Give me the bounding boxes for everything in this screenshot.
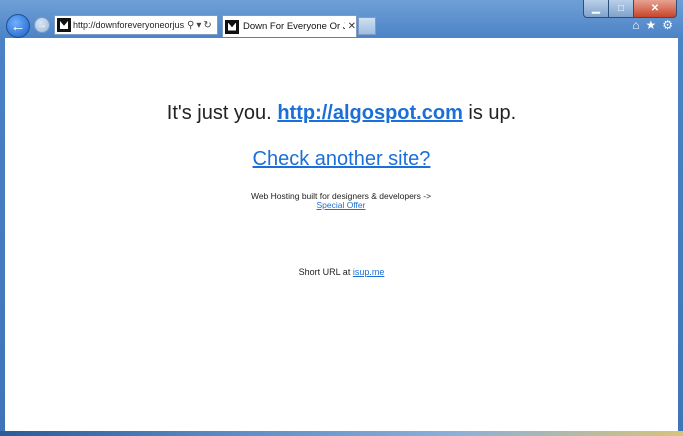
- taskbar-strip: [0, 431, 683, 436]
- short-url-section: Short URL at isup.me: [5, 267, 678, 277]
- maximize-icon[interactable]: □: [608, 0, 633, 18]
- check-another-link[interactable]: Check another site?: [253, 148, 431, 170]
- page-content: It's just you. http://algospot.com is up…: [5, 38, 678, 431]
- home-icon[interactable]: ⌂: [632, 18, 639, 32]
- address-url[interactable]: http://downforeveryoneorjus...: [73, 20, 185, 30]
- message-suffix: is up.: [468, 102, 517, 124]
- browser-tools: ⌂ ★ ⚙: [632, 18, 673, 32]
- refresh-icon[interactable]: ↻: [203, 20, 211, 31]
- site-favicon-icon: [57, 18, 71, 32]
- new-tab-button[interactable]: [358, 17, 376, 35]
- hosting-ad: Web Hosting built for designers & develo…: [237, 192, 445, 210]
- special-offer-link[interactable]: Special Offer: [317, 200, 366, 210]
- close-icon[interactable]: ✕: [633, 0, 677, 18]
- tab-title[interactable]: Down For Everyone Or Just...: [243, 21, 345, 32]
- address-bar[interactable]: http://downforeveryoneorjus... ⚲ ▾ ↻: [54, 15, 218, 35]
- site-link[interactable]: http://algospot.com: [277, 102, 463, 124]
- browser-window: ▁ □ ✕ ← → http://downforeveryoneorjus...…: [0, 0, 683, 436]
- tab-favicon-icon: [225, 19, 239, 34]
- dropdown-icon[interactable]: ▾: [196, 20, 201, 31]
- window-controls: ▁ □ ✕: [583, 0, 677, 18]
- message-prefix: It's just you.: [166, 102, 272, 124]
- title-bar: ▁ □ ✕ ← → http://downforeveryoneorjus...…: [0, 0, 683, 38]
- search-icon[interactable]: ⚲: [187, 20, 194, 31]
- check-another-section: Check another site?: [5, 148, 678, 171]
- short-url-prefix: Short URL at: [298, 267, 351, 277]
- tab-close-icon[interactable]: ✕: [348, 21, 356, 32]
- short-url-link[interactable]: isup.me: [353, 267, 385, 277]
- status-message: It's just you. http://algospot.com is up…: [5, 102, 678, 125]
- forward-icon[interactable]: →: [34, 17, 50, 33]
- back-icon[interactable]: ←: [6, 14, 30, 38]
- tools-icon[interactable]: ⚙: [662, 18, 673, 32]
- favorites-icon[interactable]: ★: [645, 18, 656, 32]
- tab-active[interactable]: Down For Everyone Or Just... ✕: [222, 15, 357, 37]
- minimize-icon[interactable]: ▁: [583, 0, 608, 18]
